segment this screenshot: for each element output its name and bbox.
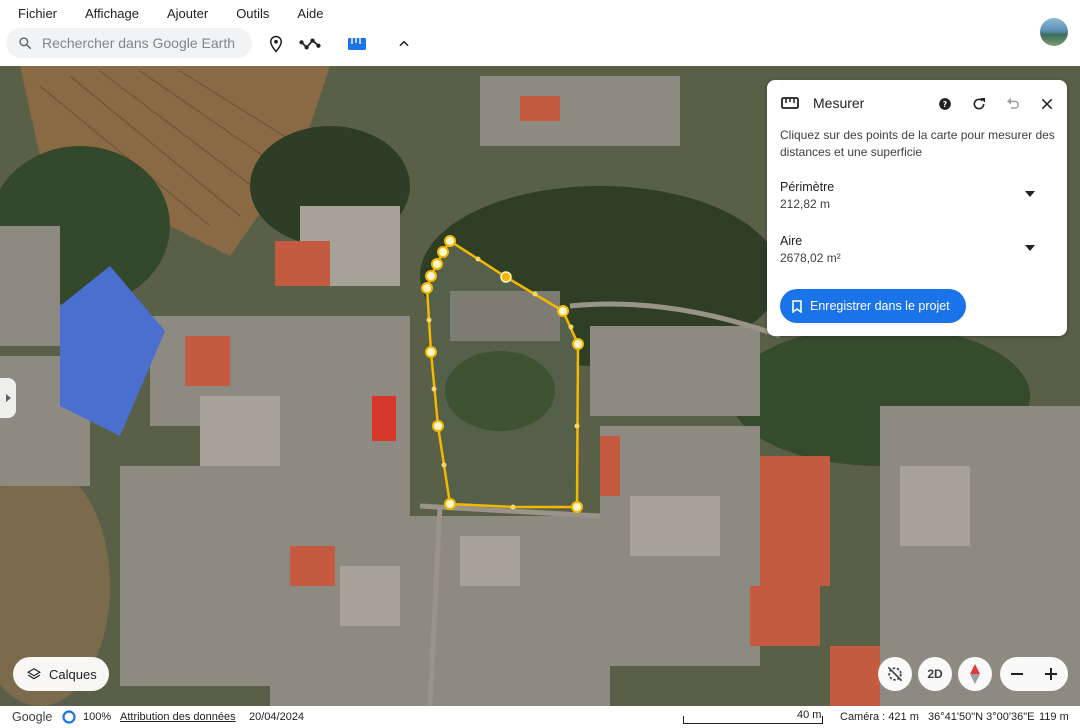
search-box[interactable] <box>6 28 252 58</box>
chevron-up-icon <box>399 40 409 47</box>
layers-button[interactable]: Calques <box>13 657 109 691</box>
undo-icon <box>1007 98 1019 109</box>
imagery-date: 20/04/2024 <box>249 711 305 723</box>
compass-icon <box>970 664 980 684</box>
google-logo: Google <box>12 710 53 724</box>
compass-button[interactable] <box>958 657 992 691</box>
menu-outils[interactable]: Outils <box>236 6 269 21</box>
measure-panel: Mesurer ? Cliquez sur des points de la c… <box>767 80 1067 336</box>
save-to-project-label: Enregistrer dans le projet <box>810 299 950 313</box>
add-path-button[interactable] <box>296 30 324 58</box>
area-label: Aire <box>780 234 803 248</box>
minus-icon <box>1011 673 1023 675</box>
cursor-coordinates: 36°41'50"N 3°00'36"E <box>928 711 1035 723</box>
reset-button[interactable] <box>969 94 989 114</box>
close-button[interactable] <box>1037 94 1057 114</box>
toolbar <box>0 26 1080 66</box>
bookmark-icon <box>792 299 802 313</box>
measure-instructions: Cliquez sur des points de la carte pour … <box>780 128 1055 159</box>
toggle-tilt-button[interactable] <box>878 657 912 691</box>
area-unit-dropdown[interactable] <box>1023 241 1037 255</box>
path-icon <box>299 38 321 50</box>
menu-affichage[interactable]: Affichage <box>85 6 139 21</box>
refresh-icon <box>973 98 985 110</box>
add-placemark-button[interactable] <box>262 30 290 58</box>
menu-ajouter[interactable]: Ajouter <box>167 6 208 21</box>
plus-icon <box>1045 668 1057 680</box>
caret-down-icon <box>1025 245 1035 251</box>
zoom-in-button[interactable] <box>1034 657 1068 691</box>
menu-aide[interactable]: Aide <box>297 6 323 21</box>
zoom-out-button[interactable] <box>1000 657 1034 691</box>
data-attribution-link[interactable]: Attribution des données <box>120 711 236 723</box>
search-input[interactable] <box>42 35 242 51</box>
account-avatar[interactable] <box>1040 18 1068 46</box>
perimeter-label: Périmètre <box>780 180 835 194</box>
scale-bar <box>683 716 823 724</box>
loading-ring-icon <box>62 710 76 724</box>
tilt-off-icon <box>887 666 903 682</box>
status-bar: Google 100% Attribution des données 20/0… <box>0 706 1080 728</box>
layers-icon <box>27 668 41 680</box>
perimeter-unit-dropdown[interactable] <box>1023 187 1037 201</box>
zoom-control <box>1000 657 1068 691</box>
load-percent: 100% <box>83 711 112 723</box>
placemark-icon <box>269 35 283 53</box>
view-2d-button[interactable]: 2D <box>918 657 952 691</box>
cursor-elevation: 119 m <box>1039 711 1069 723</box>
menu-fichier[interactable]: Fichier <box>18 6 57 21</box>
menu-bar: Fichier Affichage Ajouter Outils Aide <box>0 0 1080 26</box>
ruler-icon <box>781 97 799 109</box>
chevron-right-icon <box>6 394 11 402</box>
save-to-project-button[interactable]: Enregistrer dans le projet <box>780 289 966 323</box>
measure-tool-button[interactable] <box>343 30 371 58</box>
perimeter-value: 212,82 m <box>780 197 831 211</box>
svg-text:?: ? <box>943 100 947 109</box>
close-icon <box>1041 98 1053 110</box>
search-icon <box>19 37 32 50</box>
layers-label: Calques <box>49 666 97 682</box>
help-icon: ? <box>939 98 951 110</box>
expand-sidebar-button[interactable] <box>0 378 16 418</box>
caret-down-icon <box>1025 191 1035 197</box>
help-button[interactable]: ? <box>935 94 955 114</box>
collapse-toolbar-button[interactable] <box>390 30 418 58</box>
area-value: 2678,02 m² <box>780 251 841 265</box>
undo-button[interactable] <box>1003 94 1023 114</box>
ruler-icon <box>348 38 366 50</box>
measure-panel-title: Mesurer <box>813 95 865 111</box>
camera-altitude: Caméra : 421 m <box>840 711 919 723</box>
